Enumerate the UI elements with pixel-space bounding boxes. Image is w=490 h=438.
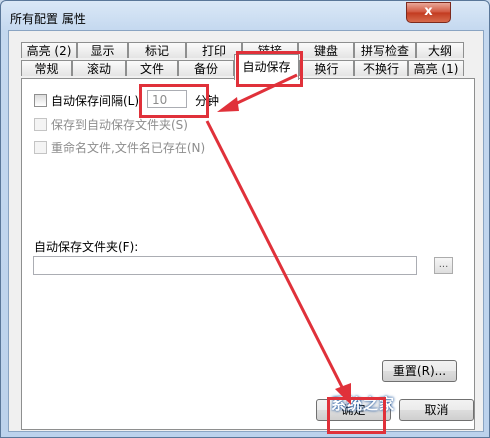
- autosave-folder-input[interactable]: [33, 256, 417, 275]
- tab-no-wrap[interactable]: 不换行: [354, 60, 408, 76]
- autosave-interval-checkbox[interactable]: [34, 94, 47, 107]
- rename-file-checkbox[interactable]: [34, 141, 47, 154]
- tab-spellcheck[interactable]: 拼写检查: [354, 42, 416, 58]
- tab-markers[interactable]: 标记: [128, 42, 186, 58]
- autosave-interval-label: 自动保存间隔(L): [51, 94, 140, 108]
- tab-file[interactable]: 文件: [126, 60, 178, 76]
- tab-highlight-1[interactable]: 高亮 (1): [408, 60, 464, 76]
- tab-scrolling[interactable]: 滚动: [72, 60, 126, 76]
- tab-general[interactable]: 常规: [21, 60, 72, 76]
- tab-outline[interactable]: 大纲: [416, 42, 464, 58]
- tab-highlight-2[interactable]: 高亮 (2): [21, 42, 77, 58]
- save-to-folder-checkbox[interactable]: [34, 118, 47, 131]
- tab-wrap[interactable]: 换行: [299, 60, 354, 76]
- tab-keyboard[interactable]: 键盘: [298, 42, 354, 58]
- reset-button[interactable]: 重置(R)...: [382, 360, 457, 382]
- tab-display[interactable]: 显示: [77, 42, 128, 58]
- save-to-folder-label: 保存到自动保存文件夹(S): [51, 118, 188, 132]
- annotation-box-interval: [139, 84, 209, 118]
- tab-backup[interactable]: 备份: [178, 60, 234, 76]
- rename-file-label: 重命名文件,文件名已存在(N): [51, 141, 206, 155]
- annotation-box-tab: [236, 51, 303, 87]
- autosave-folder-label: 自动保存文件夹(F):: [34, 240, 139, 254]
- cancel-button[interactable]: 取消: [399, 399, 474, 421]
- close-button[interactable]: x: [406, 2, 451, 23]
- browse-folder-button[interactable]: ...: [434, 257, 453, 274]
- window-title: 所有配置 属性: [10, 12, 86, 26]
- annotation-box-ok: [327, 397, 386, 434]
- properties-dialog: 所有配置 属性 x 高亮 (2) 显示 标记 打印 链接 键盘 拼写检查 大纲 …: [0, 0, 490, 438]
